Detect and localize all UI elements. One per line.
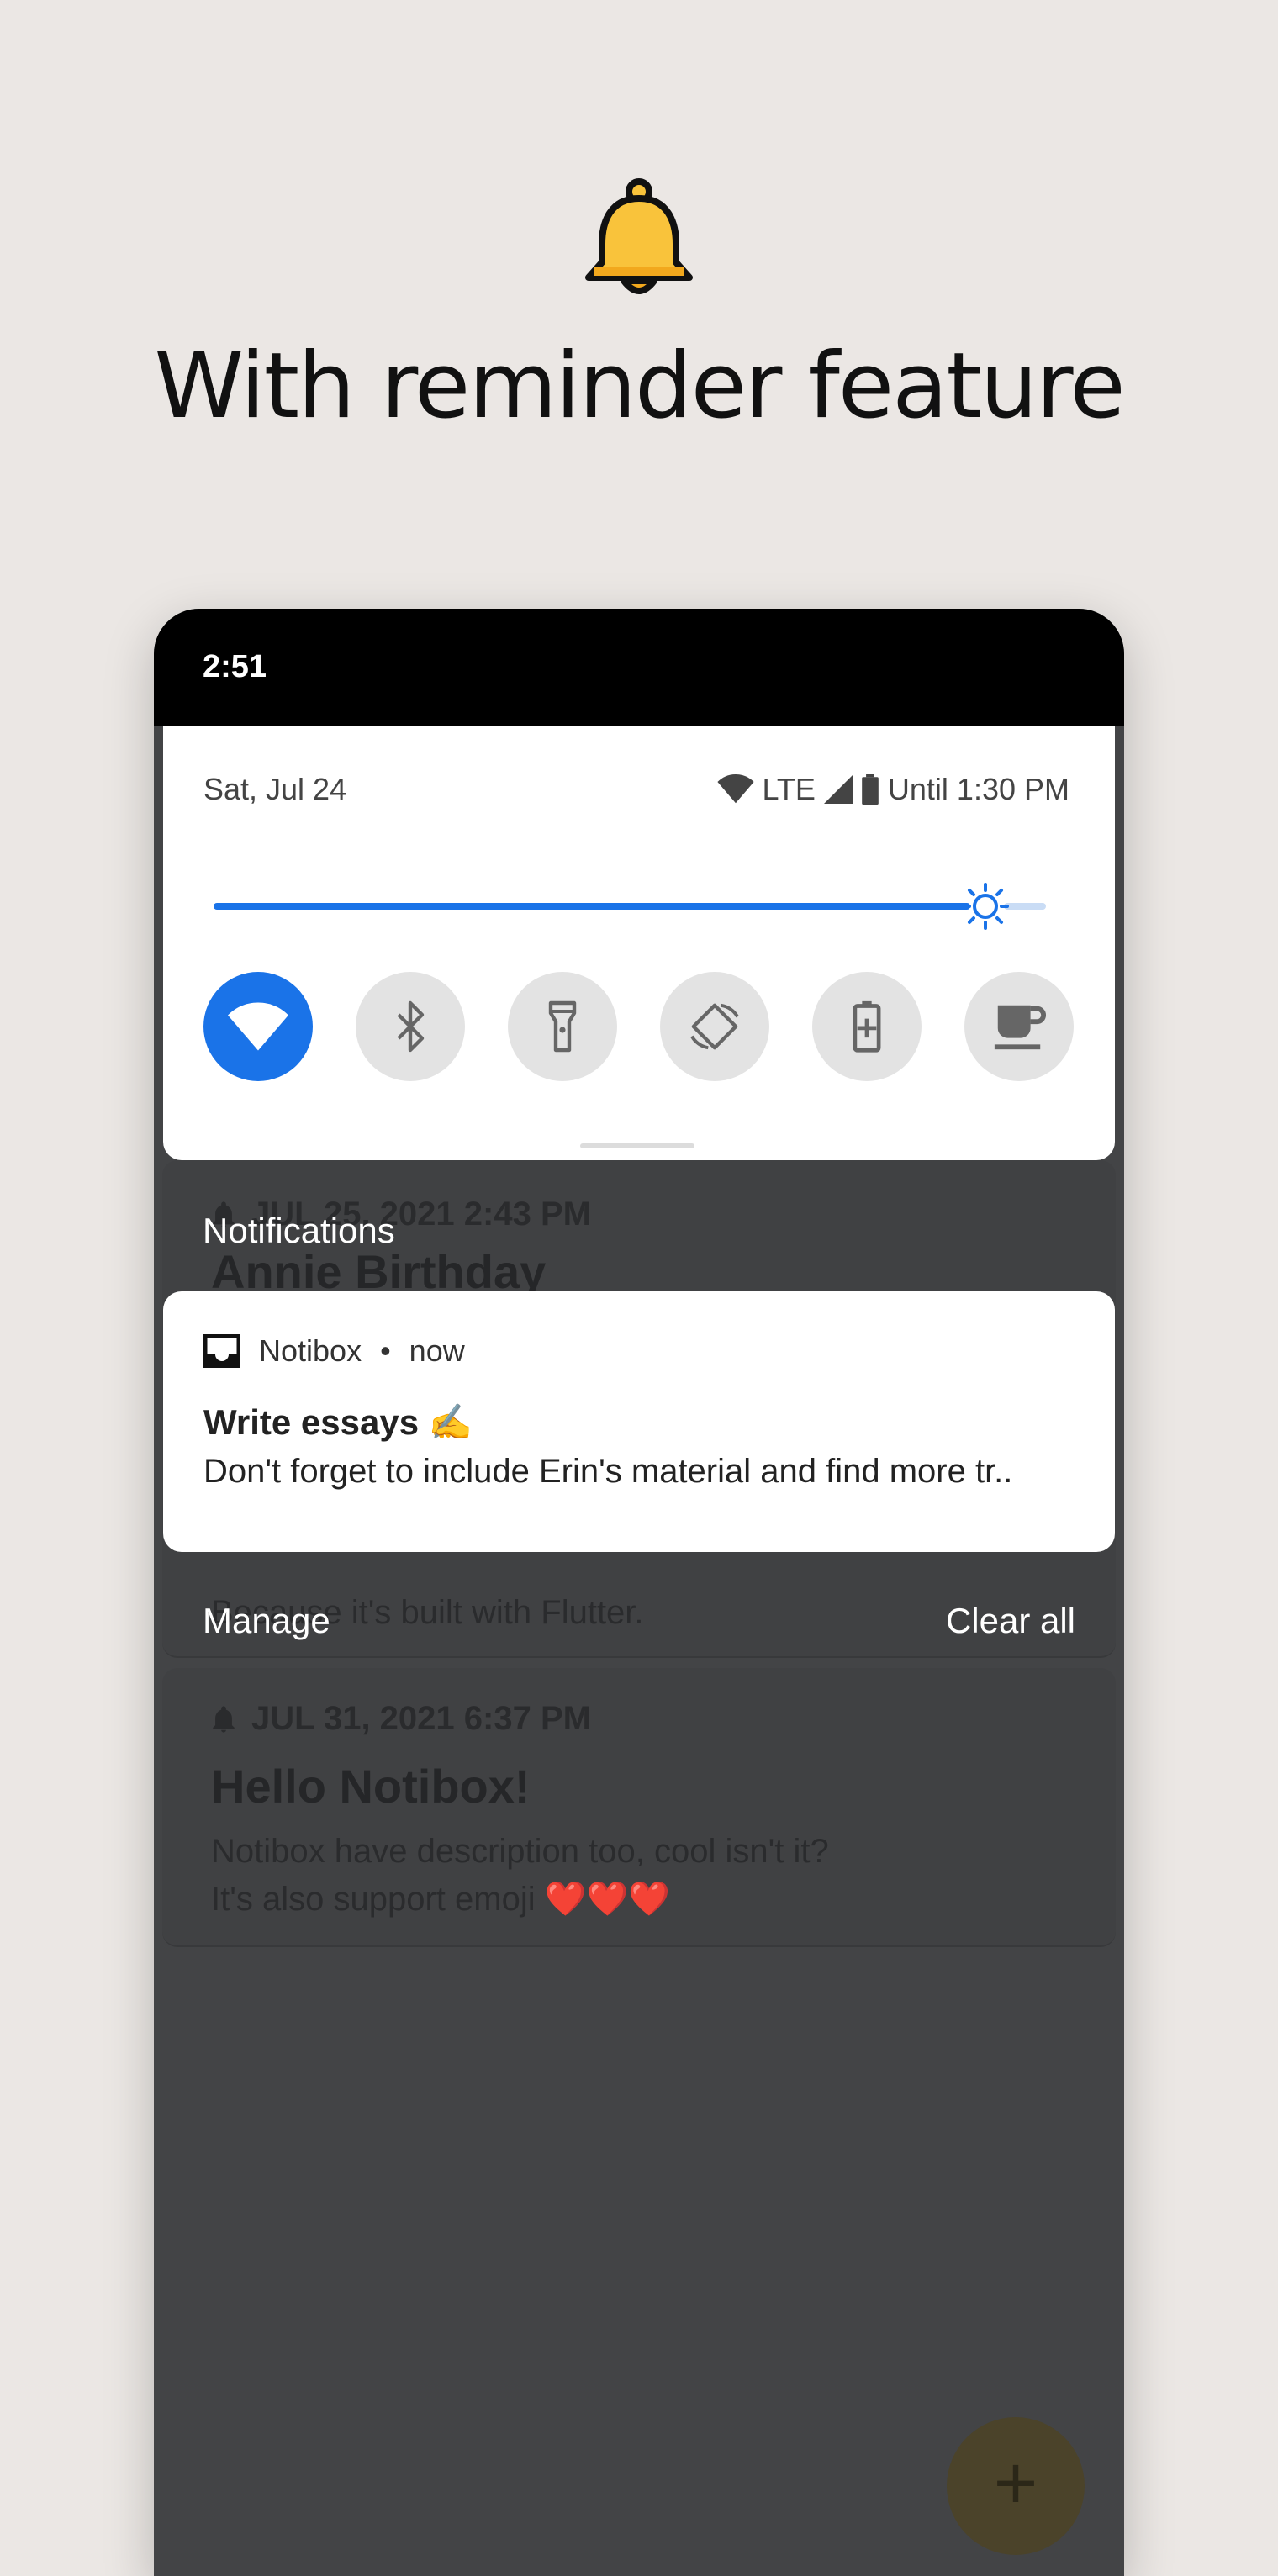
quick-settings-panel: Sat, Jul 24 LTE Until 1:30 PM	[163, 726, 1115, 1160]
tile-bluetooth[interactable]	[356, 972, 465, 1081]
signal-icon	[823, 775, 853, 804]
qs-status: LTE Until 1:30 PM	[716, 772, 1069, 807]
reminder-description: Notibox have description too, cool isn't…	[211, 1833, 829, 1918]
bell-icon	[213, 1705, 235, 1733]
battery-saver-icon	[853, 1000, 881, 1053]
tile-wifi[interactable]	[203, 972, 313, 1081]
flashlight-icon	[548, 1000, 577, 1053]
bluetooth-icon	[397, 1000, 425, 1053]
list-item[interactable]: JUL 31, 2021 6:37 PM Hello Notibox! Noti…	[162, 1668, 1116, 1947]
notification-body: Don't forget to include Erin's material …	[203, 1453, 1013, 1490]
tile-battery-saver[interactable]	[812, 972, 922, 1081]
quick-tiles	[203, 972, 1078, 1081]
clock: 2:51	[203, 649, 267, 684]
notifications-header: Notifications	[203, 1211, 395, 1250]
notification-time: now	[409, 1333, 465, 1368]
status-bar: 2:51	[154, 609, 1124, 726]
reminder-title: Hello Notibox!	[211, 1760, 531, 1813]
inbox-icon	[203, 1334, 240, 1368]
drag-handle[interactable]	[580, 1143, 694, 1148]
add-reminder-button[interactable]: +	[947, 2417, 1085, 2555]
wifi-icon	[716, 774, 754, 804]
battery-icon	[862, 774, 879, 805]
separator-dot: •	[380, 1333, 391, 1368]
rotate-icon	[690, 1003, 739, 1050]
clear-all-button[interactable]: Clear all	[946, 1601, 1075, 1641]
brightness-slider-track[interactable]	[1004, 903, 1046, 910]
notification-card[interactable]: Notibox • now Write essays ✍️ Don't forg…	[163, 1291, 1115, 1552]
headline: With reminder feature	[154, 334, 1125, 439]
brightness-icon[interactable]	[962, 883, 1009, 930]
notification-app-name: Notibox	[259, 1333, 362, 1368]
notification-app-row: Notibox • now	[203, 1333, 465, 1369]
coffee-cup-icon	[994, 1005, 1046, 1050]
battery-text: Until 1:30 PM	[887, 772, 1069, 806]
tile-auto-rotate[interactable]	[660, 972, 769, 1081]
tile-flashlight[interactable]	[508, 972, 617, 1081]
tile-caffeine[interactable]	[964, 972, 1074, 1081]
notification-title: Write essays ✍️	[203, 1402, 473, 1442]
wifi-icon	[228, 1002, 288, 1051]
brightness-slider-fill[interactable]	[214, 903, 970, 910]
manage-button[interactable]: Manage	[203, 1601, 330, 1641]
network-type: LTE	[762, 772, 816, 806]
qs-date: Sat, Jul 24	[203, 772, 347, 806]
reminder-date: JUL 31, 2021 6:37 PM	[209, 1700, 591, 1738]
phone-frame: JUL 25, 2021 2:43 PM Annie Birthday Beca…	[154, 609, 1124, 2576]
bell-icon	[585, 178, 693, 294]
